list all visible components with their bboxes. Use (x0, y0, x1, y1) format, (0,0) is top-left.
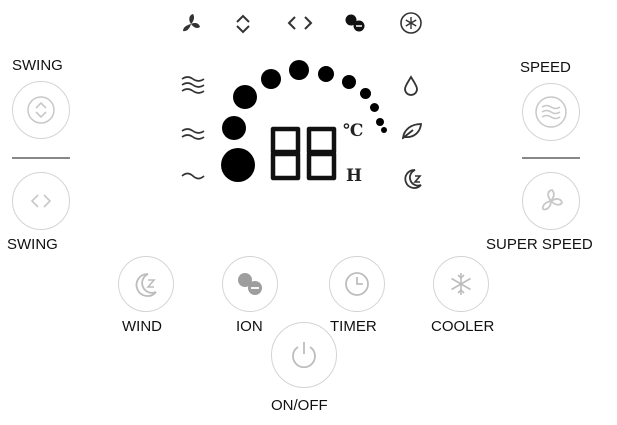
speed-dot-9 (370, 103, 379, 112)
snowflake-icon (451, 273, 471, 295)
speed-dot-11 (381, 127, 387, 133)
humidify-icon (404, 75, 418, 96)
power-label: ON/OFF (271, 397, 328, 414)
fan-icon (183, 14, 200, 32)
ion-button[interactable] (222, 256, 278, 312)
sleep-wind-icon (135, 273, 157, 297)
speed-label: SPEED (520, 59, 571, 76)
fan-icon (541, 189, 563, 211)
speed-dot-4 (261, 69, 281, 89)
power-icon (292, 342, 316, 369)
ion-icon (238, 273, 262, 295)
horizontal-swing-icon (30, 194, 52, 208)
speed-dot-5 (289, 60, 309, 80)
swing-horizontal-label: SWING (7, 236, 58, 253)
ion-label: ION (236, 318, 263, 335)
cooler-label: COOLER (431, 318, 495, 335)
swing-horizontal-button[interactable] (12, 172, 70, 230)
speed-button[interactable] (522, 83, 580, 141)
right-divider (522, 157, 580, 159)
wind-label: WIND (122, 318, 162, 335)
super-speed-label: SUPER SPEED (486, 236, 593, 253)
speed-dot-6 (318, 66, 334, 82)
celsius-unit: ℃ (343, 121, 364, 141)
left-divider (12, 157, 70, 159)
digit-display: 88 (270, 126, 337, 181)
swing-vertical-button[interactable] (12, 81, 70, 139)
hours-unit: H (346, 166, 363, 186)
speed-dot-3 (233, 85, 257, 109)
speed-dot-8 (360, 88, 371, 99)
timer-button[interactable] (329, 256, 385, 312)
cooler-button[interactable] (433, 256, 489, 312)
speed-dot-7 (342, 75, 356, 89)
cooler-icon (400, 12, 422, 34)
natural-wind-icon (401, 123, 423, 140)
speed-dot-1 (221, 148, 255, 182)
horizontal-swing-icon (287, 16, 313, 30)
speed-dot-2 (222, 116, 246, 140)
clock-icon (345, 272, 369, 296)
wind-low-icon (181, 172, 205, 180)
wind-button[interactable] (118, 256, 174, 312)
wind-high-icon (181, 76, 205, 94)
ion-icon (345, 14, 365, 32)
speed-dot-10 (376, 118, 384, 126)
wind-speed-icon (535, 96, 567, 128)
power-button[interactable] (271, 322, 337, 388)
swing-vertical-label: SWING (12, 57, 63, 74)
wind-medium-icon (181, 128, 205, 140)
timer-label: TIMER (330, 318, 377, 335)
sleep-wind-icon (404, 169, 422, 189)
vertical-swing-icon (27, 96, 55, 124)
vertical-swing-icon (236, 14, 250, 34)
super-speed-button[interactable] (522, 172, 580, 230)
